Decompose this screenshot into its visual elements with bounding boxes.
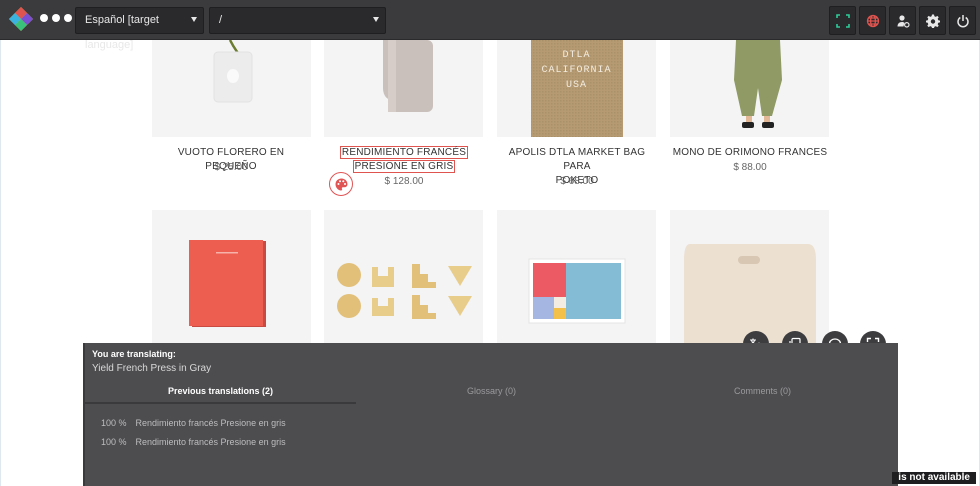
- app-logo-icon[interactable]: [8, 6, 34, 32]
- power-icon: [956, 14, 969, 27]
- product-image-vase[interactable]: [152, 40, 311, 137]
- bag-print-line: CALIFORNIA: [541, 65, 612, 76]
- product-title-line: APOLIS DTLA MARKET BAG PARA: [508, 147, 646, 172]
- path-select[interactable]: /: [209, 7, 386, 34]
- top-toolbar: Español [target language] /: [0, 0, 980, 51]
- fullscreen-select-icon: [835, 13, 850, 28]
- logout-button[interactable]: [949, 6, 976, 35]
- bag-print-line: USA: [565, 80, 587, 91]
- gear-icon: [925, 14, 940, 28]
- select-element-button[interactable]: [829, 6, 856, 35]
- tab-previous-translations[interactable]: Previous translations (2): [85, 380, 356, 404]
- match-percent: 100 %: [101, 437, 127, 447]
- product-image-brass-blocks[interactable]: [324, 210, 483, 344]
- availability-notice: is not available: [892, 472, 976, 484]
- product-title-line[interactable]: RENDIMIENTO FRANCÉS: [339, 146, 469, 159]
- product-price: $ 25.00: [214, 162, 248, 173]
- tab-comments[interactable]: Comments (0): [627, 380, 898, 404]
- chevron-down-icon: [191, 17, 197, 22]
- settings-button[interactable]: [919, 6, 946, 35]
- color-print-illustration: [528, 258, 626, 324]
- style-editor-button[interactable]: [329, 172, 353, 196]
- product-title-highlighted[interactable]: RENDIMIENTO FRANCÉS PRESIONE EN GRIS: [324, 146, 484, 174]
- source-string: Yield French Press in Gray: [92, 363, 212, 374]
- product-image-market-bag[interactable]: DTLA CALIFORNIA USA: [497, 40, 656, 137]
- product-price: $ 88.00: [733, 162, 767, 173]
- user-settings-icon: [897, 14, 910, 28]
- chevron-down-icon: [373, 17, 379, 22]
- product-image-jumpsuit[interactable]: [670, 40, 829, 137]
- product-image-color-print[interactable]: [497, 210, 656, 344]
- language-button[interactable]: [859, 6, 886, 35]
- panel-heading: You are translating:: [92, 349, 176, 359]
- french-press-illustration: [383, 40, 433, 112]
- tab-glossary[interactable]: Glossary (0): [356, 380, 627, 404]
- previous-translation-row[interactable]: 100 % Rendimiento francés Presione en gr…: [101, 418, 286, 428]
- product-price: $ 68.00: [560, 176, 594, 187]
- jumpsuit-illustration: [734, 40, 782, 128]
- translation-text: Rendimiento francés Presione en gris: [135, 418, 286, 428]
- more-menu-icon[interactable]: [40, 14, 72, 22]
- bag-print: DTLA CALIFORNIA USA: [497, 48, 656, 93]
- language-select-value: Español [target language]: [85, 14, 159, 51]
- user-settings-button[interactable]: [889, 6, 916, 35]
- page-edge-left: [0, 40, 1, 486]
- translation-panel: You are translating: Yield French Press …: [83, 343, 898, 486]
- product-image-french-press[interactable]: [324, 40, 483, 137]
- panel-tabs: Previous translations (2) Glossary (0) C…: [85, 380, 898, 404]
- notebook-illustration: [189, 240, 266, 327]
- vase-illustration: [213, 40, 253, 103]
- product-image-leather-bag[interactable]: [670, 210, 829, 344]
- product-title[interactable]: MONO DE ORIMONO FRANCES: [670, 146, 830, 160]
- bag-print-line: DTLA: [562, 50, 591, 61]
- match-percent: 100 %: [101, 418, 127, 428]
- brass-blocks-illustration: [337, 263, 472, 319]
- product-image-notebook[interactable]: [152, 210, 311, 344]
- previous-translation-row[interactable]: 100 % Rendimiento francés Presione en gr…: [101, 437, 286, 447]
- product-title-line[interactable]: PRESIONE EN GRIS: [352, 160, 456, 173]
- translation-text: Rendimiento francés Presione en gris: [135, 437, 286, 447]
- path-select-value: /: [219, 14, 223, 26]
- palette-icon: [335, 178, 347, 190]
- globe-icon: [866, 14, 879, 27]
- language-select[interactable]: Español [target language]: [75, 7, 204, 51]
- leather-bag-illustration: [684, 244, 816, 344]
